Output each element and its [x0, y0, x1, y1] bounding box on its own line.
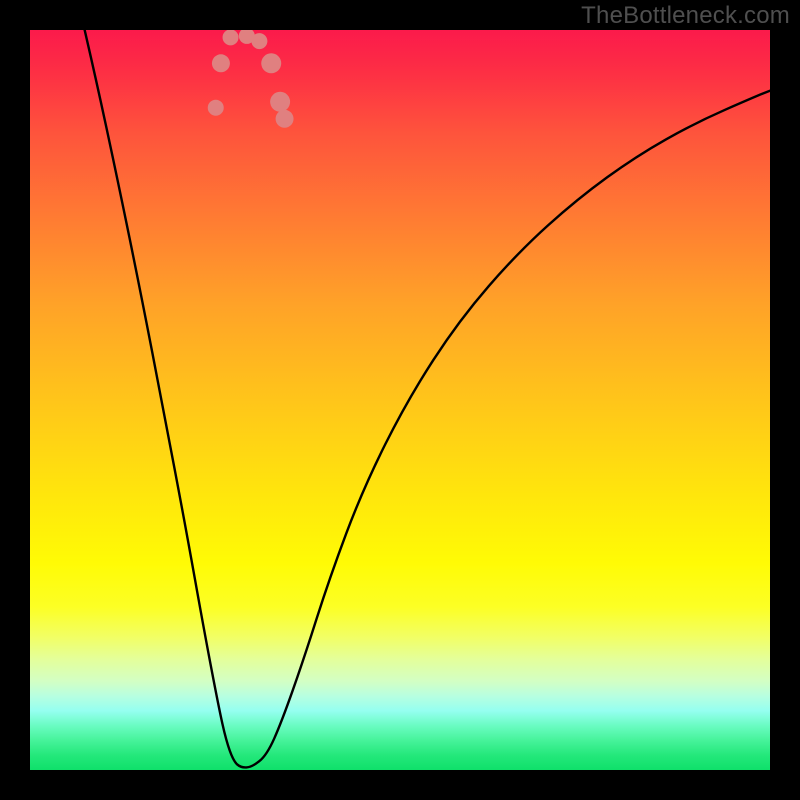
plot-area	[30, 30, 770, 770]
watermark-text: TheBottleneck.com	[581, 2, 790, 30]
data-marker	[276, 110, 294, 128]
data-marker	[270, 92, 290, 112]
data-marker	[251, 33, 267, 49]
marker-group	[208, 30, 294, 128]
data-marker	[212, 54, 230, 72]
bottom-border	[30, 770, 770, 800]
curve-layer	[30, 30, 770, 770]
data-marker	[223, 30, 239, 45]
data-marker	[208, 100, 224, 116]
data-marker	[261, 53, 281, 73]
bottleneck-curve	[74, 30, 770, 767]
chart-frame: TheBottleneck.com	[0, 0, 800, 800]
